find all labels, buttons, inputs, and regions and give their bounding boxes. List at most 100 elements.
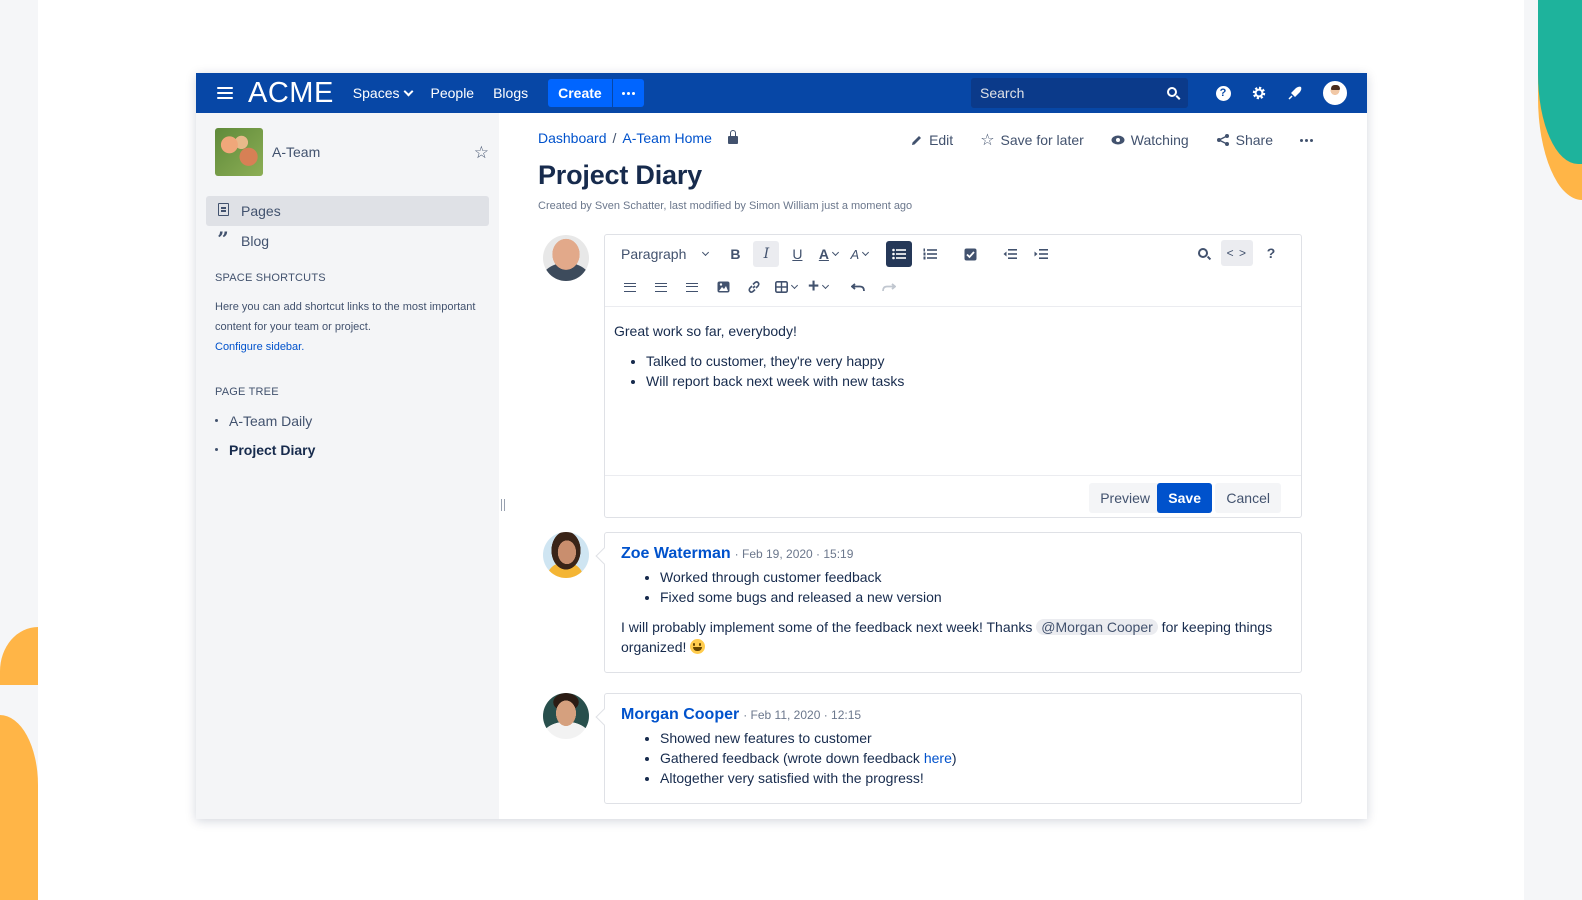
- watching-button[interactable]: Watching: [1111, 132, 1189, 148]
- editor-toolbar-right: < > ?: [1190, 240, 1289, 266]
- sidebar-item-pages[interactable]: Pages: [206, 196, 489, 226]
- comment-bullet-list: Worked through customer feedback Fixed s…: [660, 567, 1285, 607]
- configure-sidebar-link[interactable]: Configure sidebar.: [215, 341, 304, 353]
- editor-content[interactable]: Great work so far, everybody! Talked to …: [614, 321, 904, 391]
- comment-timestamp: · Feb 19, 2020 · 15:19: [734, 547, 854, 561]
- search-input[interactable]: [971, 85, 1151, 101]
- text-color-button[interactable]: A: [815, 241, 841, 267]
- help-icon[interactable]: ?: [1215, 85, 1231, 101]
- list-item: Showed new features to customer: [660, 728, 1285, 748]
- menu-icon[interactable]: [217, 84, 233, 102]
- task-list-button[interactable]: [957, 241, 983, 267]
- comment-author[interactable]: Morgan Cooper: [621, 706, 739, 724]
- edit-button[interactable]: Edit: [910, 132, 953, 148]
- chevron-down-icon: [822, 281, 830, 290]
- avatar-morgan-cooper[interactable]: [543, 693, 589, 739]
- avatar-zoe-waterman[interactable]: [543, 532, 589, 578]
- bold-button[interactable]: B: [722, 241, 748, 267]
- insert-link-button[interactable]: [741, 274, 767, 300]
- notifications-icon[interactable]: [1287, 85, 1303, 101]
- chevron-down-icon: [403, 86, 413, 96]
- feedback-link[interactable]: here: [924, 750, 952, 766]
- bullet-icon: [215, 419, 218, 422]
- star-icon[interactable]: ☆: [474, 143, 489, 163]
- create-button[interactable]: Create: [548, 79, 612, 107]
- nav-spaces[interactable]: Spaces: [352, 85, 413, 101]
- underline-button[interactable]: U: [784, 241, 810, 267]
- align-center-button[interactable]: [648, 274, 674, 300]
- find-replace-button[interactable]: [1190, 240, 1216, 266]
- comment-editor: Paragraph B I U A A < > ? + Great work s…: [604, 234, 1302, 518]
- cancel-button[interactable]: Cancel: [1215, 483, 1281, 513]
- bullet-list-button[interactable]: [886, 241, 913, 267]
- settings-icon[interactable]: [1251, 85, 1267, 101]
- search-icon[interactable]: [1167, 87, 1177, 97]
- shortcuts-description: Here you can add shortcut links to the m…: [215, 301, 476, 333]
- save-for-later-button[interactable]: ☆ Save for later: [980, 130, 1084, 150]
- insert-table-button[interactable]: [772, 274, 800, 300]
- insert-more-button[interactable]: +: [805, 274, 831, 300]
- editor-toolbar-row-1: Paragraph B I U A A: [617, 240, 1059, 268]
- user-avatar[interactable]: [1323, 81, 1347, 105]
- tree-item-project-diary[interactable]: Project Diary: [215, 435, 499, 464]
- search-icon: [1197, 248, 1208, 258]
- nav-blogs[interactable]: Blogs: [493, 85, 528, 101]
- paragraph-style-label: Paragraph: [621, 246, 687, 262]
- pencil-icon: [912, 135, 922, 145]
- breadcrumb: Dashboard / A-Team Home: [538, 130, 738, 146]
- eye-icon: [1111, 135, 1125, 145]
- editor-footer: Preview Save Cancel: [605, 475, 1301, 519]
- space-avatar: [215, 128, 263, 176]
- breadcrumb-separator: /: [612, 130, 617, 146]
- tree-item-a-team-daily[interactable]: A-Team Daily: [215, 406, 499, 435]
- search-box: [971, 78, 1188, 108]
- breadcrumb-a-team-home[interactable]: A-Team Home: [622, 130, 711, 146]
- undo-icon: [851, 283, 866, 292]
- more-actions-icon[interactable]: [1300, 138, 1313, 142]
- bullet-list-icon: [892, 248, 907, 260]
- italic-button[interactable]: I: [753, 241, 780, 267]
- comment-timestamp: · Feb 11, 2020 · 12:15: [743, 708, 862, 722]
- share-icon: [1216, 134, 1229, 146]
- save-button[interactable]: Save: [1157, 483, 1212, 513]
- plus-icon: +: [808, 276, 820, 297]
- app-logo[interactable]: ACME: [248, 77, 334, 110]
- list-item-text: ): [951, 750, 957, 766]
- text-formatting-button[interactable]: A: [846, 241, 872, 267]
- comment-author[interactable]: Zoe Waterman: [621, 545, 731, 563]
- nav-spaces-label: Spaces: [352, 85, 400, 101]
- sidebar-item-blog[interactable]: ” Blog: [206, 226, 489, 256]
- insert-image-button[interactable]: [710, 274, 736, 300]
- nav-people[interactable]: People: [431, 85, 475, 101]
- top-navigation: ACME Spaces People Blogs Create ?: [196, 73, 1367, 113]
- user-mention[interactable]: @Morgan Cooper: [1036, 619, 1158, 635]
- numbered-list-button[interactable]: [917, 241, 943, 267]
- create-button-group: Create: [548, 79, 644, 107]
- align-left-button[interactable]: [617, 274, 643, 300]
- unlock-icon[interactable]: [727, 130, 738, 144]
- bullet-icon: [215, 448, 218, 451]
- editor-paragraph: Great work so far, everybody!: [614, 323, 797, 339]
- editor-help-button[interactable]: ?: [1258, 240, 1284, 266]
- breadcrumb-dashboard[interactable]: Dashboard: [538, 130, 607, 146]
- edit-label: Edit: [929, 132, 954, 148]
- link-icon: [748, 281, 760, 293]
- redo-button[interactable]: [876, 274, 902, 300]
- share-button[interactable]: Share: [1216, 132, 1273, 148]
- page-byline: Created by Sven Schatter, last modified …: [538, 200, 913, 212]
- undo-button[interactable]: [845, 274, 871, 300]
- outdent-button[interactable]: [997, 241, 1023, 267]
- chevron-down-icon: [702, 248, 710, 257]
- indent-button[interactable]: [1028, 241, 1054, 267]
- list-item: Altogether very satisfied with the progr…: [660, 768, 1285, 788]
- align-right-button[interactable]: [679, 274, 705, 300]
- redo-icon: [882, 283, 897, 292]
- sidebar-resize-handle[interactable]: [501, 499, 505, 511]
- preview-button[interactable]: Preview: [1089, 483, 1161, 513]
- more-create-options-icon[interactable]: [611, 79, 644, 107]
- source-code-button[interactable]: < >: [1220, 240, 1253, 266]
- space-header[interactable]: A-Team: [215, 128, 499, 176]
- paragraph-style-select[interactable]: Paragraph: [617, 241, 712, 267]
- page-actions: Edit ☆ Save for later Watching Share: [910, 130, 1313, 150]
- comment-text: I will probably implement some of the fe…: [621, 617, 1281, 657]
